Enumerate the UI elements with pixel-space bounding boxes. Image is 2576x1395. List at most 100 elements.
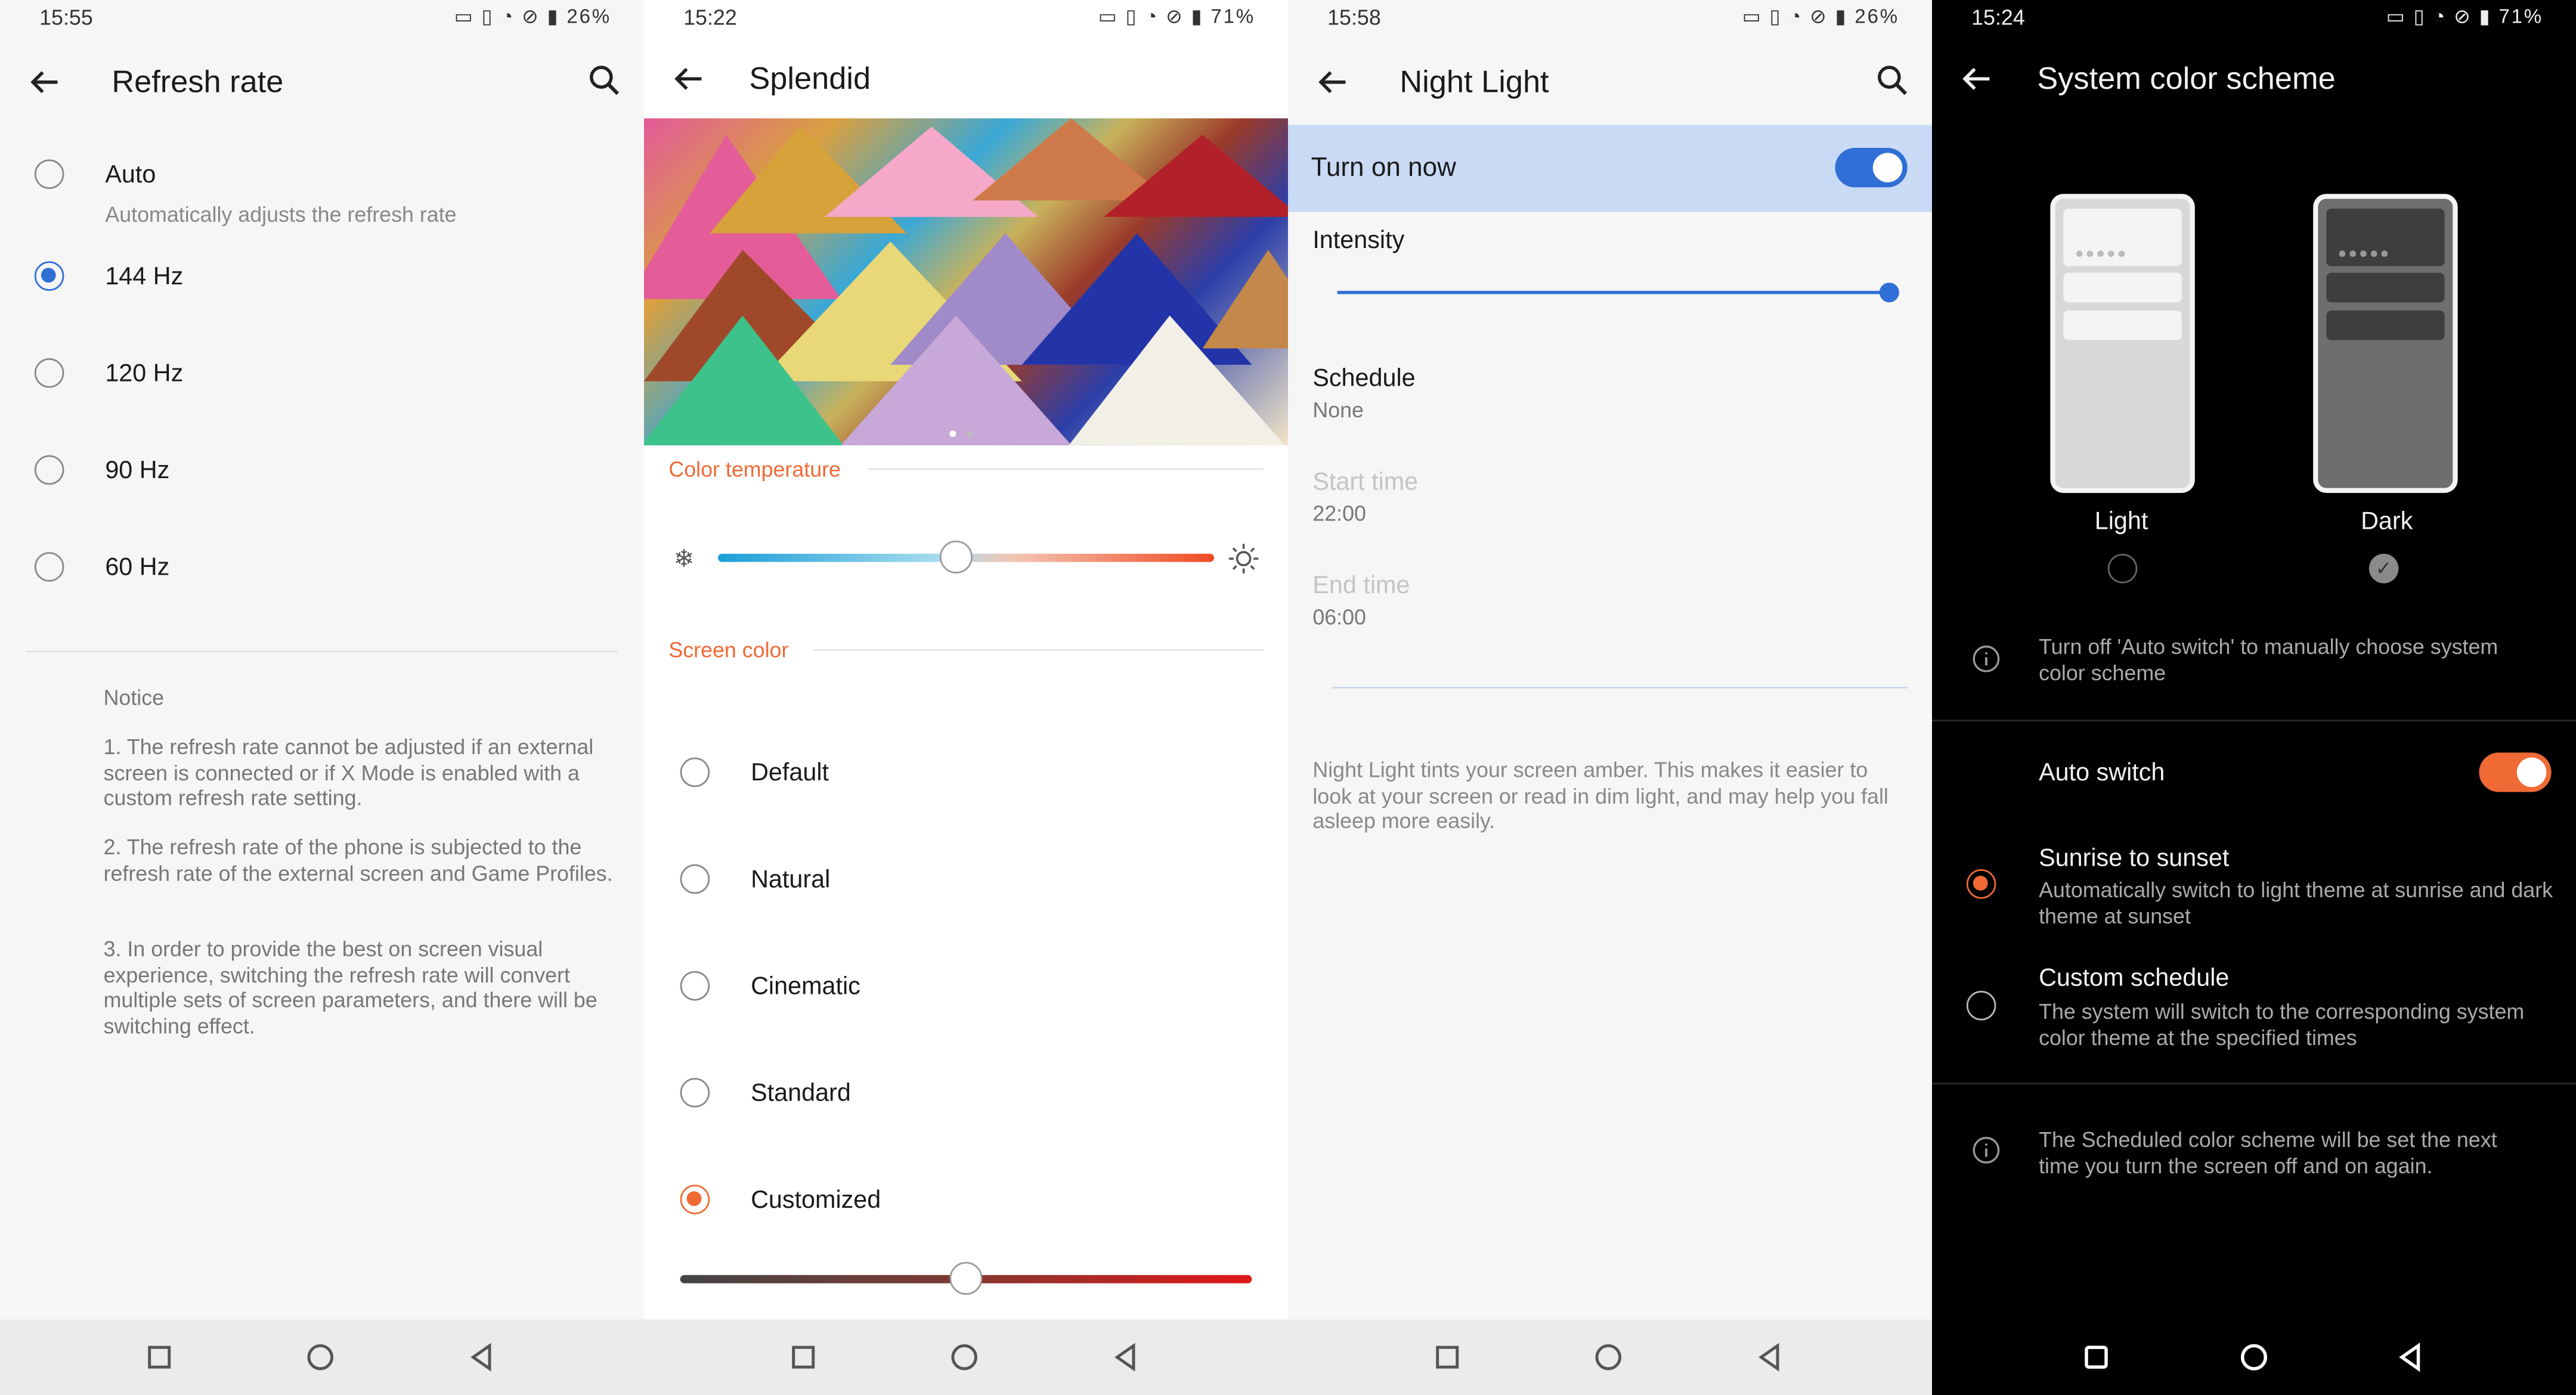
- notice-item-3: 3. In order to provide the best on scree…: [103, 937, 597, 1038]
- option-label: 120 Hz: [105, 359, 184, 388]
- radio-90hz[interactable]: [34, 455, 64, 485]
- intensity-slider[interactable]: [1337, 283, 1899, 303]
- schedule-label: Schedule: [1312, 364, 1416, 393]
- battery-percent: 71%: [1210, 5, 1255, 28]
- radio-auto[interactable]: [34, 159, 64, 189]
- signal-icons: ▭ ▯ ◔ ⊘ ▮: [1098, 5, 1211, 28]
- page-title: Night Light: [1400, 66, 1549, 101]
- radio-cinematic[interactable]: [680, 971, 710, 1001]
- search-icon[interactable]: [1875, 63, 1914, 102]
- home-circle-icon[interactable]: [304, 1341, 337, 1374]
- back-arrow-icon: [30, 71, 58, 94]
- radio-sunrise-to-sunset[interactable]: [1966, 869, 1996, 899]
- battery-percent: 71%: [2498, 5, 2543, 28]
- check-dark-icon[interactable]: ✓: [2368, 553, 2399, 584]
- notice-item-1: 1. The refresh rate cannot be adjusted i…: [103, 734, 594, 810]
- turn-on-now-label: Turn on now: [1311, 154, 1456, 182]
- back-triangle-icon[interactable]: [2394, 1341, 2426, 1374]
- status-time: 15:22: [683, 5, 737, 30]
- radio-light[interactable]: [2107, 553, 2138, 584]
- back-triangle-icon[interactable]: [1753, 1341, 1786, 1374]
- auto-switch-toggle[interactable]: [2479, 752, 2552, 792]
- divider: [26, 650, 618, 653]
- screen-color-label: Screen color: [668, 637, 789, 662]
- powder-piles-illustration: [643, 118, 1288, 464]
- navigation-bar: [0, 1319, 644, 1395]
- radio-standard[interactable]: [680, 1078, 710, 1108]
- search-icon[interactable]: [587, 63, 626, 102]
- option-label: Standard: [751, 1079, 851, 1108]
- option-label: Cinematic: [751, 972, 860, 1001]
- home-circle-icon[interactable]: [1592, 1341, 1625, 1374]
- page-title: Splendid: [749, 62, 871, 97]
- back-triangle-icon[interactable]: [465, 1341, 498, 1374]
- schedule-value: None: [1312, 398, 1364, 423]
- recents-square-icon[interactable]: [1431, 1341, 1464, 1374]
- status-icons: ▭ ▯ ◔ ⊘ ▮ 26%: [454, 5, 611, 28]
- dark-theme-preview[interactable]: ●●●●●: [2313, 194, 2458, 493]
- back-triangle-icon[interactable]: [1109, 1341, 1142, 1374]
- navigation-bar: [1287, 1319, 1932, 1395]
- radio-144hz[interactable]: [34, 261, 64, 291]
- back-arrow-icon[interactable]: [23, 61, 66, 104]
- custom-desc: The system will switch to the correspond…: [2039, 999, 2525, 1049]
- sunrise-title: Sunrise to sunset: [2039, 844, 2230, 873]
- sunrise-desc: Automatically switch to light theme at s…: [2039, 877, 2553, 928]
- light-label: Light: [2094, 507, 2148, 536]
- radio-120hz[interactable]: [34, 358, 64, 388]
- preview-card: [2063, 272, 2182, 303]
- back-arrow-icon[interactable]: [1955, 57, 1998, 100]
- navigation-bar: [1931, 1319, 2576, 1395]
- light-theme-preview[interactable]: ●●●●●: [2050, 194, 2195, 493]
- recents-square-icon[interactable]: [2080, 1341, 2113, 1374]
- status-bar: 15:58 ▭ ▯ ◔ ⊘ ▮ 26%: [1288, 5, 1932, 35]
- radio-natural[interactable]: [680, 864, 710, 894]
- battery-percent: 26%: [566, 5, 611, 28]
- recents-square-icon[interactable]: [787, 1341, 820, 1374]
- slider-thumb[interactable]: [939, 540, 973, 574]
- preview-image: [643, 118, 1288, 464]
- turn-on-now-toggle[interactable]: [1835, 148, 1908, 188]
- recents-square-icon[interactable]: [143, 1341, 176, 1374]
- color-temperature-slider[interactable]: [717, 540, 1215, 574]
- radio-custom-schedule[interactable]: [1966, 990, 1996, 1021]
- preview-card: [2063, 310, 2182, 340]
- splendid-screen: 15:22 ▭ ▯ ◔ ⊘ ▮ 71% Splendid Color tempe…: [643, 0, 1288, 1395]
- info-icon: [1973, 1137, 2000, 1164]
- option-label: 60 Hz: [105, 553, 170, 582]
- info-scheduled-scheme: The Scheduled color scheme will be set t…: [2039, 1127, 2497, 1177]
- custom-title: Custom schedule: [2039, 964, 2230, 993]
- status-icons: ▭ ▯ ◔ ⊘ ▮ 26%: [1742, 5, 1899, 28]
- page-dot: [965, 430, 973, 438]
- signal-icons: ▭ ▯ ◔ ⊘ ▮: [1742, 5, 1855, 28]
- end-time-label: End time: [1312, 572, 1410, 600]
- signal-icons: ▭ ▯ ◔ ⊘ ▮: [454, 5, 567, 28]
- page-title: System color scheme: [2037, 62, 2336, 97]
- back-arrow-icon[interactable]: [1311, 61, 1354, 104]
- turn-on-now-row[interactable]: Turn on now: [1287, 125, 1932, 212]
- night-light-description: Night Light tints your screen amber. Thi…: [1312, 757, 1888, 833]
- back-arrow-icon[interactable]: [667, 57, 710, 100]
- slider-thumb[interactable]: [1879, 283, 1899, 303]
- night-light-screen: 15:58 ▭ ▯ ◔ ⊘ ▮ 26% Night Light Turn on …: [1287, 0, 1932, 1395]
- status-time: 15:55: [39, 5, 93, 30]
- home-circle-icon[interactable]: [948, 1341, 981, 1374]
- toggle-knob: [1872, 153, 1903, 182]
- divider: [1332, 687, 1908, 689]
- end-time-value: 06:00: [1312, 604, 1366, 630]
- home-circle-icon[interactable]: [2237, 1341, 2270, 1374]
- notice-title: Notice: [103, 685, 165, 710]
- custom-color-slider[interactable]: [680, 1261, 1252, 1295]
- option-label: Customized: [751, 1186, 881, 1214]
- start-time-label: Start time: [1312, 468, 1419, 497]
- page-title: Refresh rate: [112, 66, 284, 101]
- divider: [1931, 720, 2576, 721]
- radio-default[interactable]: [680, 757, 710, 788]
- intensity-label: Intensity: [1312, 227, 1405, 255]
- radio-60hz[interactable]: [34, 552, 64, 582]
- radio-customized[interactable]: [680, 1185, 710, 1214]
- option-label: 144 Hz: [105, 262, 184, 291]
- slider-thumb[interactable]: [949, 1261, 983, 1295]
- snowflake-icon: ❄: [673, 545, 695, 574]
- dark-label: Dark: [2361, 507, 2413, 536]
